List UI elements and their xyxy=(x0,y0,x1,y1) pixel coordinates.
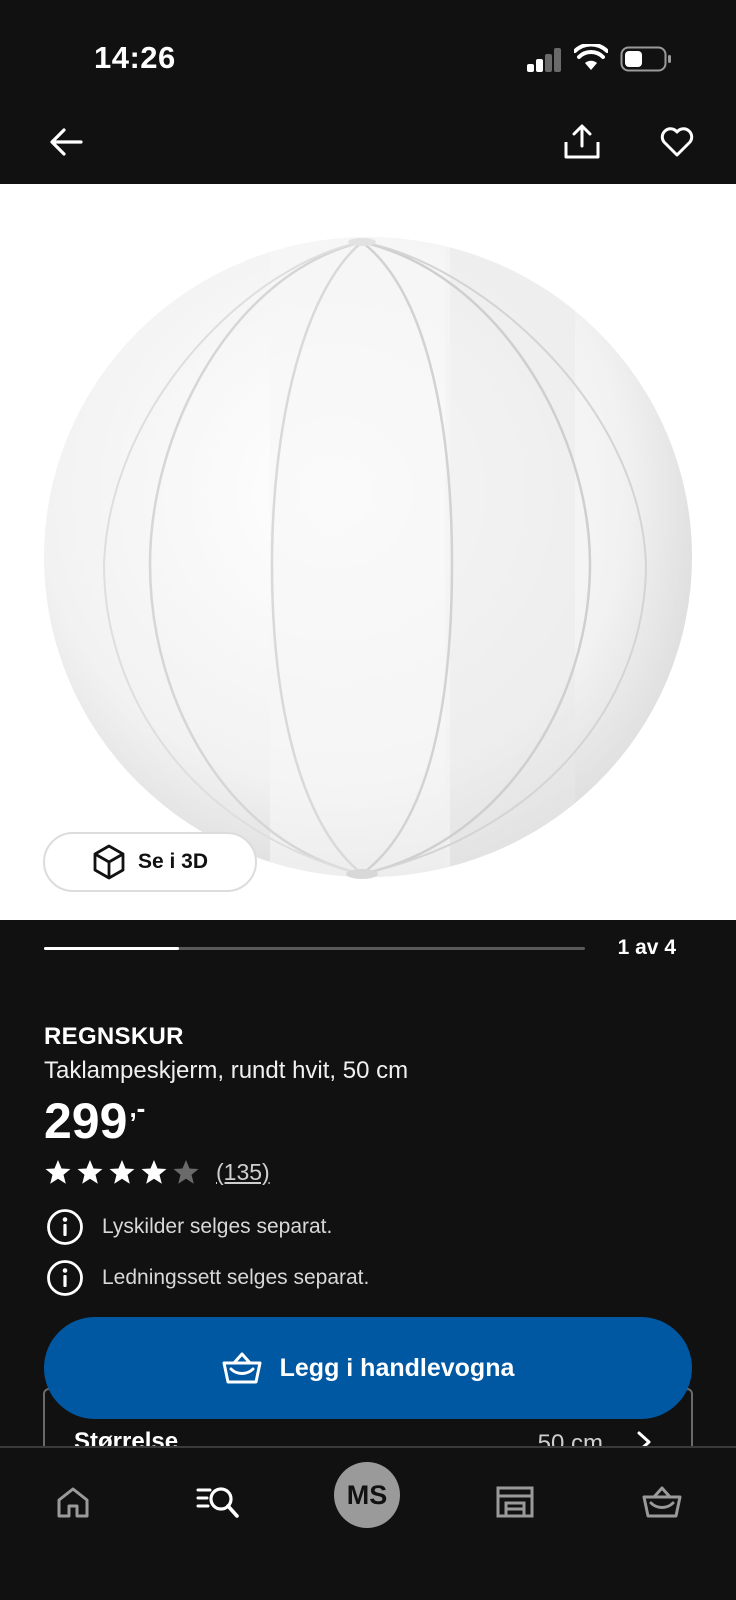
back-arrow-icon xyxy=(50,128,83,156)
notice-text: Lyskilder selges separat. xyxy=(102,1215,333,1238)
rating-count[interactable]: (135) xyxy=(216,1159,270,1186)
nav-profile-avatar[interactable]: MS xyxy=(334,1462,400,1528)
star-icon xyxy=(77,1160,103,1184)
notice-light-source: Lyskilder selges separat. xyxy=(46,1208,332,1246)
gallery-progress-fill xyxy=(44,947,180,950)
home-icon xyxy=(57,1487,89,1518)
gallery-page-indicator: 1 av 4 xyxy=(617,936,676,959)
add-to-cart-label: Legg i handlevogna xyxy=(279,1353,515,1382)
star-icon xyxy=(109,1160,135,1184)
nav-cart[interactable] xyxy=(630,1470,694,1534)
gallery-progress-bar xyxy=(44,947,585,950)
info-icon xyxy=(47,1260,83,1296)
battery-icon xyxy=(620,46,671,72)
status-time: 14:26 xyxy=(94,40,176,75)
price-value: 299 xyxy=(44,1093,128,1149)
price-suffix: ,- xyxy=(129,1093,146,1123)
share-button[interactable] xyxy=(550,110,614,174)
cube-3d-icon xyxy=(93,844,125,880)
bottom-navigation: MS xyxy=(0,1446,736,1600)
nav-home[interactable] xyxy=(41,1470,105,1534)
favorite-button[interactable] xyxy=(645,110,709,174)
nav-store[interactable] xyxy=(483,1470,547,1534)
add-to-cart-button[interactable]: Legg i handlevogna xyxy=(44,1317,692,1419)
status-bar: 14:26 xyxy=(0,0,736,110)
star-icon xyxy=(45,1160,71,1184)
notice-cord-set: Ledningssett selges separat. xyxy=(46,1259,369,1297)
basket-icon xyxy=(642,1486,682,1518)
rating-stars xyxy=(44,1158,200,1186)
store-icon xyxy=(496,1486,534,1518)
nav-search[interactable] xyxy=(186,1470,250,1534)
back-button[interactable] xyxy=(34,110,98,174)
product-rating[interactable]: (135) xyxy=(44,1158,270,1186)
star-icon xyxy=(173,1160,199,1184)
product-image xyxy=(44,237,692,879)
product-name: REGNSKUR xyxy=(44,1023,184,1050)
view-in-3d-label: Se i 3D xyxy=(137,850,209,873)
product-description: Taklampeskjerm, rundt hvit, 50 cm xyxy=(44,1057,409,1084)
product-price: 299,- xyxy=(44,1093,145,1149)
star-icon xyxy=(141,1160,167,1184)
app-header xyxy=(0,110,736,184)
info-icon xyxy=(47,1209,83,1245)
share-icon xyxy=(564,124,600,159)
basket-icon xyxy=(222,1352,262,1384)
product-image-gallery[interactable]: Se i 3D xyxy=(0,184,736,920)
wifi-icon xyxy=(574,44,608,70)
cellular-signal-icon xyxy=(527,48,563,72)
notice-text: Ledningssett selges separat. xyxy=(102,1266,370,1289)
view-in-3d-button[interactable]: Se i 3D xyxy=(43,832,257,892)
search-menu-icon xyxy=(196,1487,239,1518)
heart-icon xyxy=(660,127,694,157)
